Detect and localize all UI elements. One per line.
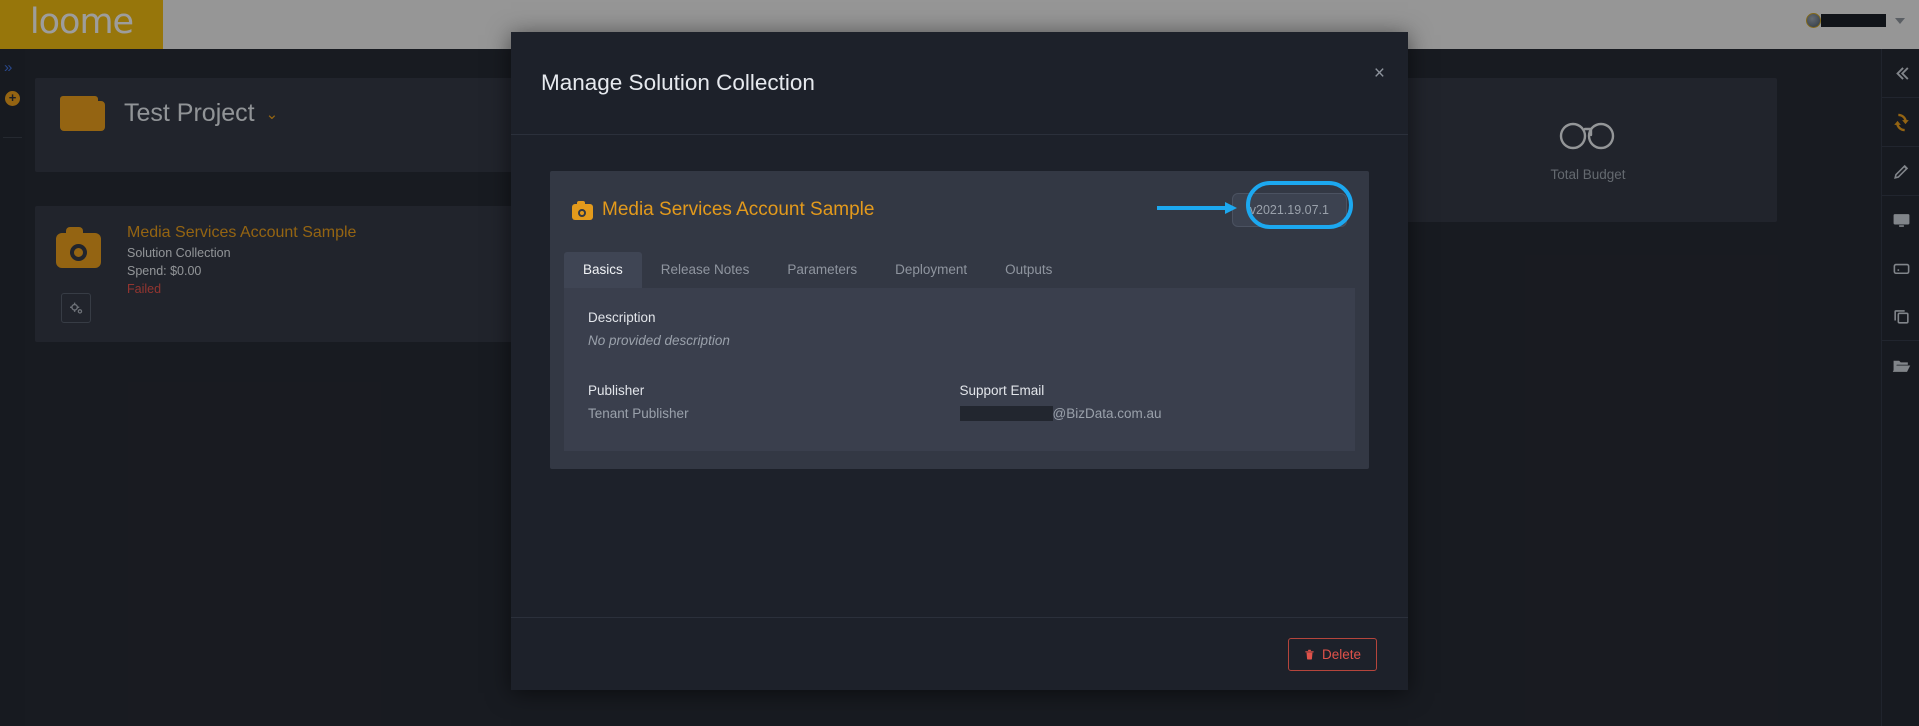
description-value: No provided description — [588, 333, 730, 348]
support-email-field: Support Email @BizData.com.au — [959, 383, 1332, 421]
tab-parameters[interactable]: Parameters — [768, 252, 876, 288]
support-email-redacted — [959, 406, 1053, 421]
trash-icon — [1305, 649, 1314, 659]
camera-icon — [572, 200, 593, 220]
manage-solution-collection-modal: Manage Solution Collection × Media Servi… — [511, 32, 1408, 690]
page-title: Manage Solution Collection — [541, 70, 815, 95]
version-badge[interactable]: v2021.19.07.1 — [1231, 193, 1347, 227]
support-email-value: @BizData.com.au — [959, 406, 1332, 421]
delete-button[interactable]: Delete — [1287, 637, 1377, 671]
support-email-label: Support Email — [959, 383, 1045, 398]
delete-button-label: Delete — [1321, 646, 1361, 662]
app-root: loome » + Test Project ⌄ Media Services … — [0, 0, 1919, 726]
support-email-domain: @BizData.com.au — [1052, 406, 1162, 421]
panel-title: Media Services Account Sample — [602, 199, 875, 220]
tab-basics[interactable]: Basics — [564, 252, 642, 288]
tab-deployment[interactable]: Deployment — [876, 252, 986, 288]
modal-body: Media Services Account Sample v2021.19.0… — [511, 135, 1408, 469]
tab-release-notes[interactable]: Release Notes — [642, 252, 769, 288]
publisher-label: Publisher — [588, 383, 645, 398]
modal-footer: Delete — [511, 617, 1408, 690]
tab-outputs[interactable]: Outputs — [986, 252, 1071, 288]
panel-header: Media Services Account Sample v2021.19.0… — [550, 171, 1369, 229]
basics-fields-row: Publisher Tenant Publisher Support Email… — [588, 383, 1331, 421]
publisher-value: Tenant Publisher — [588, 406, 689, 421]
modal-header: Manage Solution Collection × — [511, 32, 1408, 135]
solution-panel: Media Services Account Sample v2021.19.0… — [550, 171, 1369, 469]
panel-title-wrap: Media Services Account Sample — [572, 199, 874, 221]
close-icon[interactable]: × — [1374, 64, 1385, 83]
annotation-arrow-icon — [1157, 202, 1237, 214]
panel-tabs: Basics Release Notes Parameters Deployme… — [564, 252, 1369, 288]
description-label: Description — [588, 310, 656, 325]
basics-tab-panel: Description No provided description Publ… — [564, 288, 1355, 451]
publisher-field: Publisher Tenant Publisher — [588, 383, 960, 421]
